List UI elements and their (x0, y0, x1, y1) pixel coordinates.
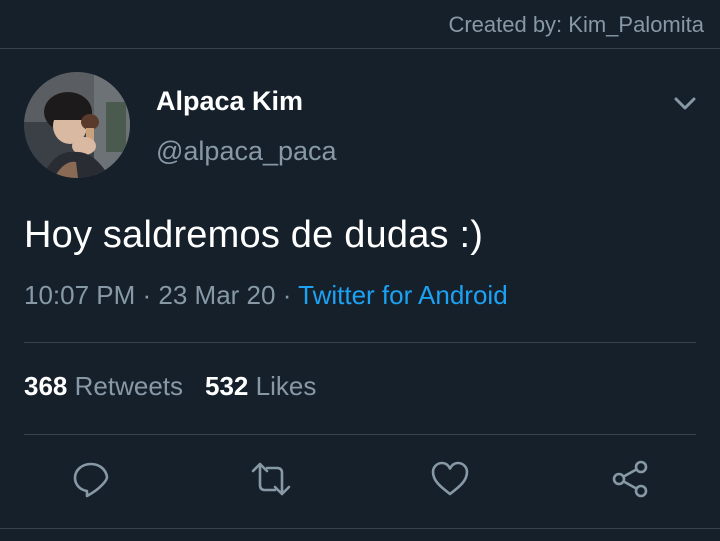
author-display-name[interactable]: Alpaca Kim (156, 86, 303, 117)
meta-separator: · (275, 280, 299, 310)
meta-divider (24, 342, 696, 343)
tweet-screen: Created by: Kim_Palomita Alpaca Kim @alp… (0, 0, 720, 541)
stats-divider (24, 434, 696, 435)
retweet-icon[interactable] (251, 459, 291, 499)
share-icon[interactable] (610, 459, 650, 499)
likes-stat[interactable]: 532 Likes (205, 371, 316, 401)
tweet-source-link[interactable]: Twitter for Android (298, 280, 508, 310)
avatar[interactable] (24, 72, 130, 178)
meta-separator: · (135, 280, 159, 310)
heart-icon[interactable] (430, 459, 470, 499)
tweet-stats: 368 Retweets 532 Likes (24, 371, 316, 402)
likes-label: Likes (255, 371, 317, 401)
tweet-time[interactable]: 10:07 PM (24, 280, 135, 310)
reply-icon[interactable] (71, 459, 111, 499)
retweets-label: Retweets (74, 371, 184, 401)
avatar-image (24, 72, 130, 178)
likes-count: 532 (205, 371, 249, 401)
credit-text: Created by: Kim_Palomita (448, 12, 704, 37)
tweet-text: Hoy saldremos de dudas :) (24, 214, 484, 256)
author-handle[interactable]: @alpaca_paca (156, 136, 337, 167)
top-divider (0, 48, 720, 49)
retweets-stat[interactable]: 368 Retweets (24, 371, 183, 401)
chevron-down-icon[interactable] (670, 88, 700, 118)
tweet-meta: 10:07 PM · 23 Mar 20 · Twitter for Andro… (24, 280, 508, 311)
tweet-date[interactable]: 23 Mar 20 (158, 280, 275, 310)
retweets-count: 368 (24, 371, 68, 401)
bottom-divider (0, 528, 720, 529)
